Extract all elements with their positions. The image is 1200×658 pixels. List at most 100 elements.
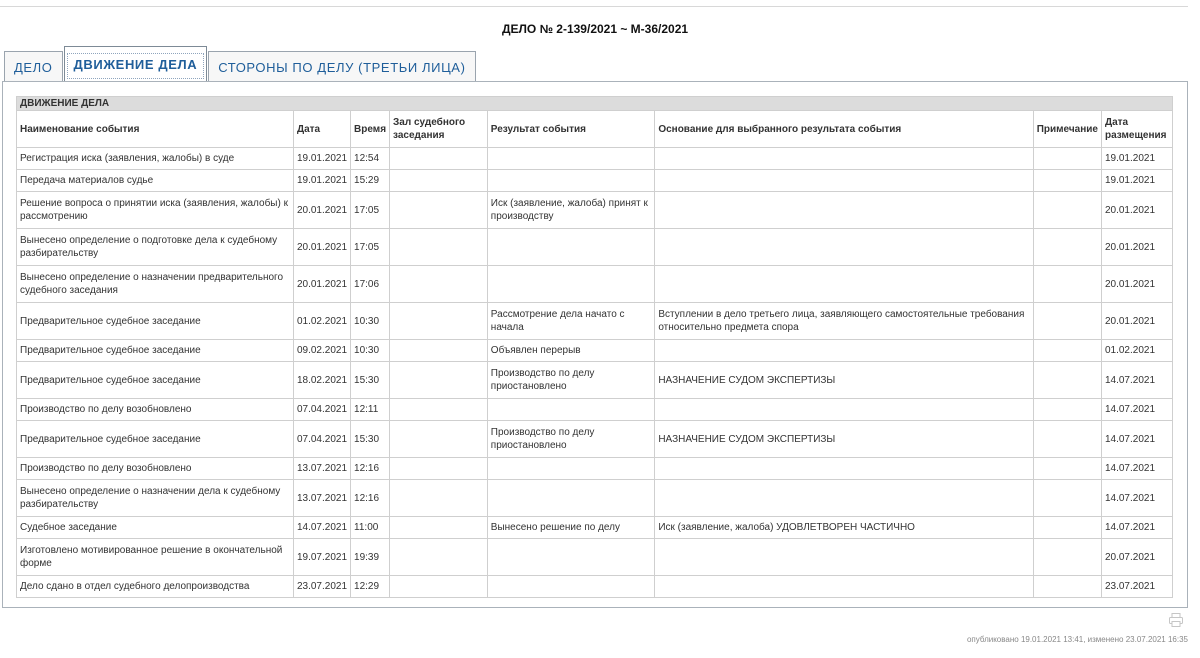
table-body: Регистрация иска (заявления, жалобы) в с… — [16, 147, 1174, 598]
cell-result: Производство по делу приостановлено — [486, 420, 656, 458]
table-row: Решение вопроса о принятии иска (заявлен… — [16, 191, 1174, 229]
cell-date: 09.02.2021 — [292, 339, 352, 362]
cell-date: 13.07.2021 — [292, 479, 352, 517]
col-event-name: Наименование события — [16, 110, 294, 148]
cell-note — [1032, 339, 1102, 362]
cell-date: 19.01.2021 — [292, 169, 352, 192]
cell-basis — [654, 265, 1034, 303]
cell-posted: 14.07.2021 — [1100, 479, 1174, 517]
cell-basis — [654, 191, 1034, 229]
cell-name: Судебное заседание — [16, 516, 294, 539]
cell-name: Передача материалов судье — [16, 169, 294, 192]
cell-basis — [654, 479, 1034, 517]
cell-time: 11:00 — [350, 516, 391, 539]
cell-posted: 20.07.2021 — [1100, 538, 1174, 576]
cell-name: Вынесено определение о назначении предва… — [16, 265, 294, 303]
cell-room — [389, 191, 488, 229]
cell-result: Производство по делу приостановлено — [486, 361, 656, 399]
cell-date: 23.07.2021 — [292, 575, 352, 598]
col-time: Время — [350, 110, 391, 148]
cell-room — [389, 361, 488, 399]
cell-room — [389, 420, 488, 458]
cell-date: 01.02.2021 — [292, 302, 352, 340]
cell-room — [389, 302, 488, 340]
cell-time: 12:16 — [350, 479, 391, 517]
publication-info: опубликовано 19.01.2021 13:41, изменено … — [966, 635, 1188, 644]
tab-case[interactable]: ДЕЛО — [4, 51, 63, 82]
col-result: Результат события — [486, 110, 656, 148]
cell-note — [1032, 361, 1102, 399]
cell-date: 20.01.2021 — [292, 191, 352, 229]
cell-name: Изготовлено мотивированное решение в око… — [16, 538, 294, 576]
cell-note — [1032, 420, 1102, 458]
cell-result — [486, 479, 656, 517]
cell-result: Иск (заявление, жалоба) принят к произво… — [486, 191, 656, 229]
cell-basis — [654, 169, 1034, 192]
cell-room — [389, 516, 488, 539]
cell-date: 07.04.2021 — [292, 398, 352, 421]
cell-room — [389, 398, 488, 421]
cell-note — [1032, 538, 1102, 576]
cell-time: 19:39 — [350, 538, 391, 576]
cell-result — [486, 265, 656, 303]
case-movement-panel: ДВИЖЕНИЕ ДЕЛА Наименование события Дата … — [2, 81, 1188, 608]
cell-time: 10:30 — [350, 302, 391, 340]
cell-posted: 23.07.2021 — [1100, 575, 1174, 598]
col-posted-date: Дата размещения — [1100, 110, 1174, 148]
cell-posted: 14.07.2021 — [1100, 361, 1174, 399]
table-row: Судебное заседание 14.07.2021 11:00 Вынесен… — [16, 516, 1174, 539]
cell-posted: 20.01.2021 — [1100, 302, 1174, 340]
cell-time: 15:30 — [350, 361, 391, 399]
col-room: Зал судебного заседания — [389, 110, 488, 148]
tab-case-movement[interactable]: ДВИЖЕНИЕ ДЕЛА — [63, 46, 208, 82]
cell-date: 14.07.2021 — [292, 516, 352, 539]
cell-name: Производство по делу возобновлено — [16, 457, 294, 480]
cell-time: 10:30 — [350, 339, 391, 362]
cell-result: Вынесено решение по делу — [486, 516, 656, 539]
page-title: ДЕЛО № 2-139/2021 ~ М-36/2021 — [501, 22, 689, 36]
section-header-row: ДВИЖЕНИЕ ДЕЛА — [16, 96, 1173, 111]
section-title: ДВИЖЕНИЕ ДЕЛА — [16, 96, 1173, 111]
table-row: Вынесено определение о назначении предва… — [16, 265, 1174, 303]
cell-basis — [654, 339, 1034, 362]
cell-time: 17:05 — [350, 228, 391, 266]
cell-posted: 20.01.2021 — [1100, 265, 1174, 303]
cell-note — [1032, 457, 1102, 480]
cell-time: 12:54 — [350, 147, 391, 170]
cell-posted: 20.01.2021 — [1100, 228, 1174, 266]
cell-basis: НАЗНАЧЕНИЕ СУДОМ ЭКСПЕРТИЗЫ — [654, 420, 1034, 458]
cell-time: 12:16 — [350, 457, 391, 480]
cell-note — [1032, 479, 1102, 517]
cell-note — [1032, 398, 1102, 421]
printer-icon[interactable] — [1168, 612, 1184, 628]
cell-name: Предварительное судебное заседание — [16, 361, 294, 399]
cell-posted: 14.07.2021 — [1100, 398, 1174, 421]
cell-name: Вынесено определение о подготовке дела к… — [16, 228, 294, 266]
cell-date: 19.07.2021 — [292, 538, 352, 576]
cell-name: Предварительное судебное заседание — [16, 339, 294, 362]
cell-posted: 14.07.2021 — [1100, 457, 1174, 480]
cell-basis: Вступлении в дело третьего лица, заявляю… — [654, 302, 1034, 340]
cell-posted: 19.01.2021 — [1100, 169, 1174, 192]
cell-basis — [654, 457, 1034, 480]
cell-time: 12:11 — [350, 398, 391, 421]
cell-note — [1032, 191, 1102, 229]
cell-name: Предварительное судебное заседание — [16, 302, 294, 340]
cell-room — [389, 147, 488, 170]
cell-room — [389, 538, 488, 576]
table-row: Предварительное судебное заседание 18.02.… — [16, 361, 1174, 399]
cell-note — [1032, 147, 1102, 170]
cell-note — [1032, 575, 1102, 598]
cell-posted: 14.07.2021 — [1100, 420, 1174, 458]
cell-time: 15:30 — [350, 420, 391, 458]
tab-parties[interactable]: СТОРОНЫ ПО ДЕЛУ (ТРЕТЬИ ЛИЦА) — [208, 51, 476, 82]
cell-basis — [654, 147, 1034, 170]
table-row: Изготовлено мотивированное решение в око… — [16, 538, 1174, 576]
table-row: Предварительное судебное заседание 01.02.… — [16, 302, 1174, 340]
cell-name: Решение вопроса о принятии иска (заявлен… — [16, 191, 294, 229]
cell-date: 13.07.2021 — [292, 457, 352, 480]
table-row: Предварительное судебное заседание 07.04.… — [16, 420, 1174, 458]
cell-name: Вынесено определение о назначении дела к… — [16, 479, 294, 517]
cell-room — [389, 457, 488, 480]
cell-posted: 20.01.2021 — [1100, 191, 1174, 229]
